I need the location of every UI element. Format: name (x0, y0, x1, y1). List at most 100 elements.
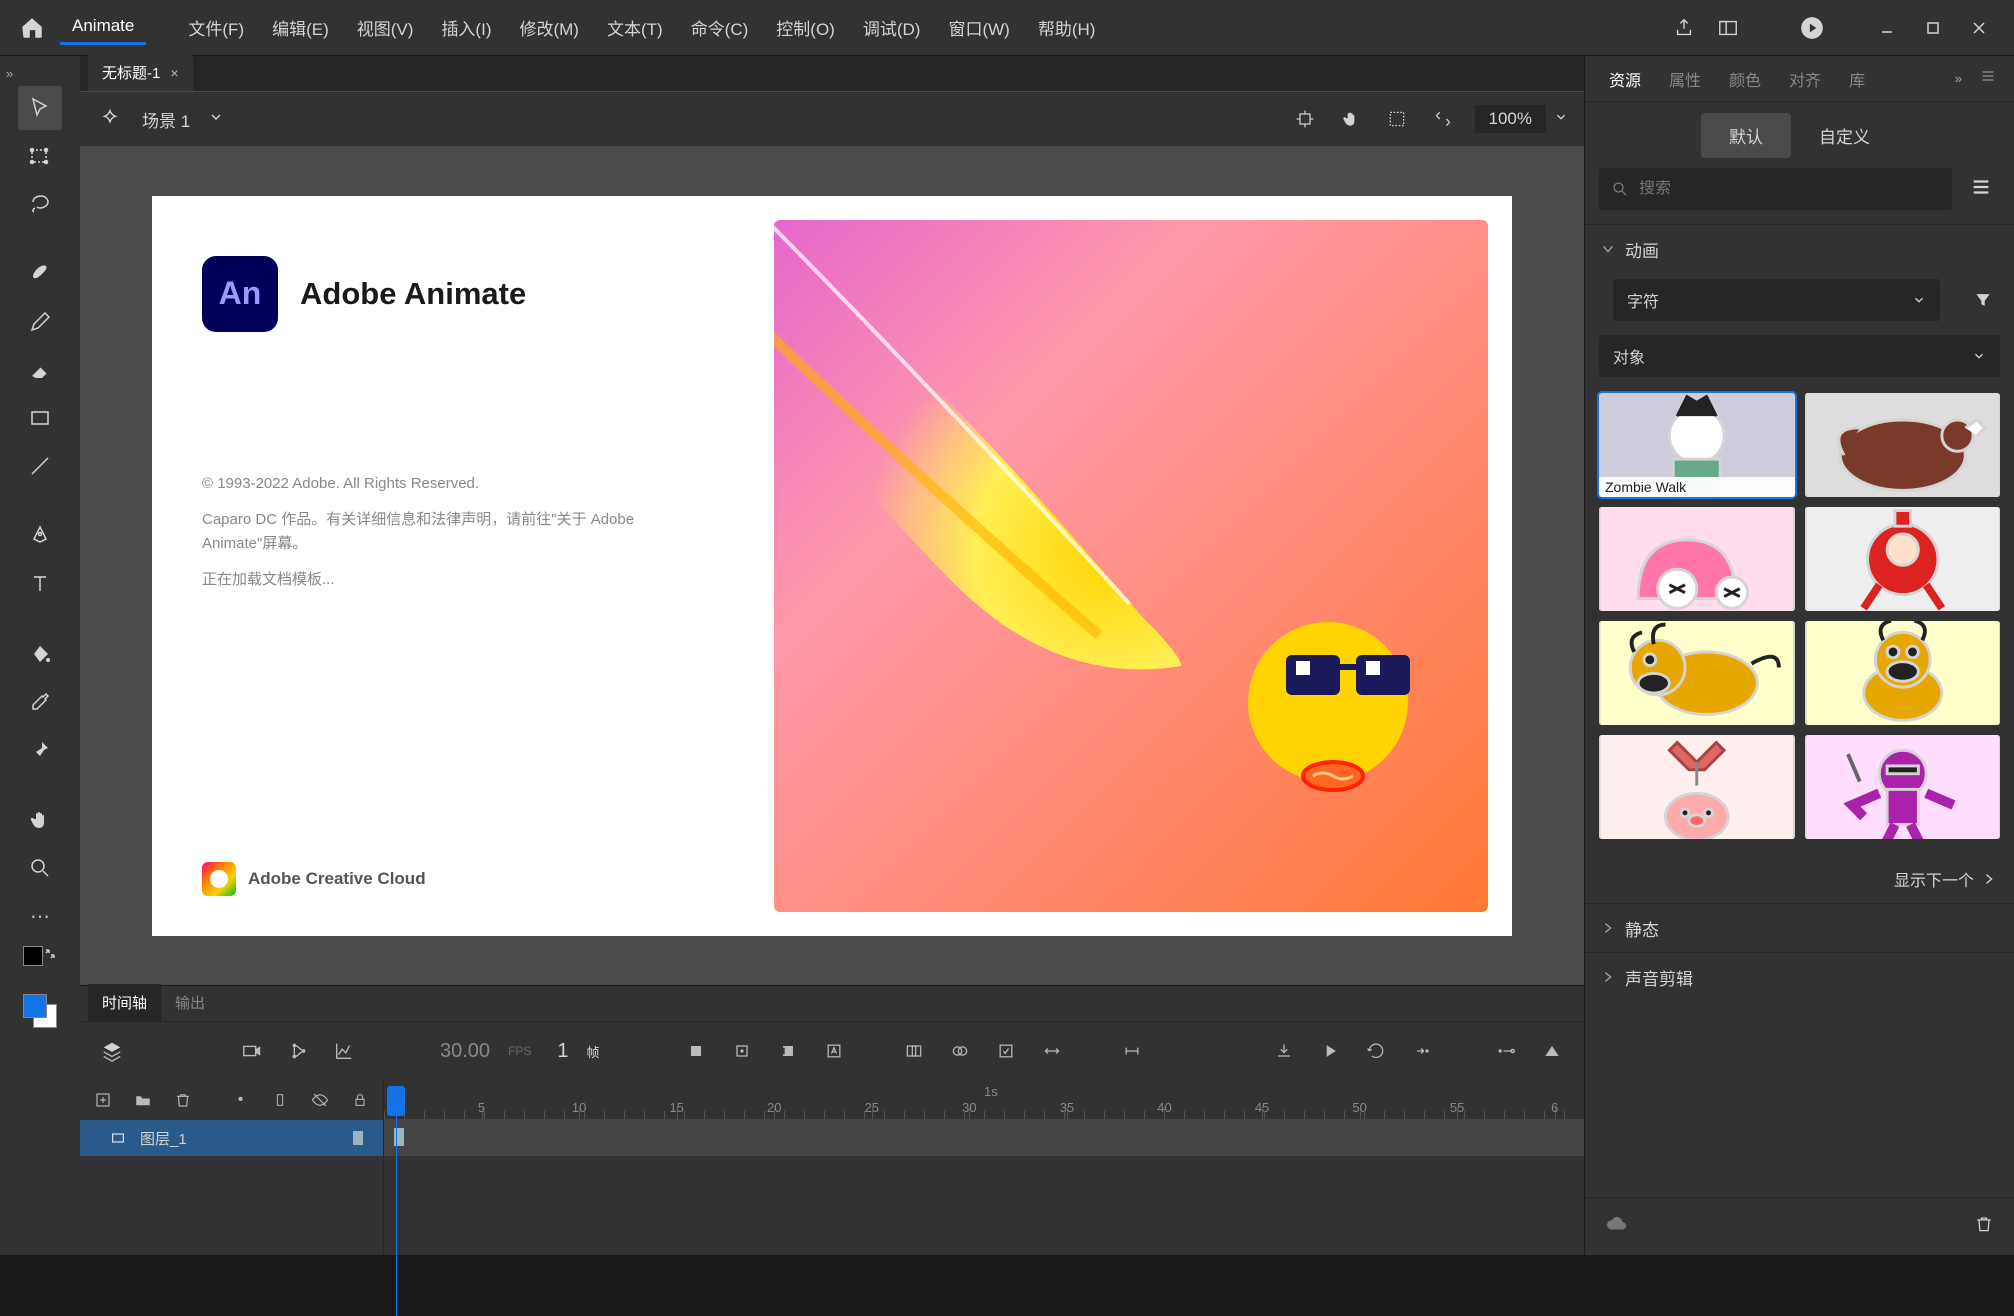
fps-value[interactable]: 30.00 (440, 1040, 490, 1063)
sub-tab-custom[interactable]: 自定义 (1791, 113, 1898, 158)
panel-tab-2[interactable]: 颜色 (1715, 57, 1775, 101)
graph-button[interactable] (330, 1037, 358, 1065)
menu-5[interactable]: 文本(T) (593, 15, 677, 40)
eraser-tool[interactable] (18, 348, 62, 392)
tab-timeline[interactable]: 时间轴 (88, 984, 161, 1021)
tween-button[interactable] (1118, 1037, 1146, 1065)
zoom-tool[interactable] (18, 846, 62, 890)
hand-icon[interactable] (1337, 105, 1365, 133)
auto-keyframe-button[interactable] (820, 1037, 848, 1065)
panel-tab-4[interactable]: 库 (1835, 57, 1879, 101)
menu-3[interactable]: 插入(I) (427, 15, 505, 40)
text-tool[interactable] (18, 562, 62, 606)
bucket-tool[interactable] (18, 632, 62, 676)
camera-button[interactable] (238, 1037, 266, 1065)
close-button[interactable] (1956, 12, 2002, 44)
zoom-timeline[interactable] (1538, 1037, 1566, 1065)
new-folder-button[interactable] (132, 1086, 154, 1114)
menu-6[interactable]: 命令(C) (677, 15, 763, 40)
close-icon[interactable]: × (170, 65, 178, 81)
panel-menu-icon[interactable] (1972, 68, 2004, 89)
document-tab[interactable]: 无标题-1 × (88, 54, 193, 91)
object-dropdown[interactable]: 对象 (1599, 335, 2000, 377)
rectangle-tool[interactable] (18, 396, 62, 440)
more-tools[interactable]: ⋯ (18, 894, 62, 938)
outline-icon[interactable] (269, 1086, 291, 1114)
search-box[interactable] (1599, 168, 1952, 210)
color-swatch[interactable] (23, 994, 57, 1028)
scene-clip-icon[interactable] (96, 105, 124, 133)
menu-7[interactable]: 控制(O) (762, 15, 849, 40)
brush-tool[interactable] (18, 252, 62, 296)
menu-9[interactable]: 窗口(W) (934, 15, 1023, 40)
selection-tool[interactable] (18, 86, 62, 130)
share-icon[interactable] (1662, 6, 1706, 50)
chevron-down-icon[interactable] (1554, 110, 1568, 129)
play-preview-icon[interactable] (1790, 6, 1834, 50)
sub-tab-default[interactable]: 默认 (1701, 113, 1791, 158)
hand-tool[interactable] (18, 798, 62, 842)
clip-mask-icon[interactable] (1383, 105, 1411, 133)
pin-tool[interactable] (18, 728, 62, 772)
asset-thumb[interactable] (1599, 735, 1795, 839)
new-layer-button[interactable] (92, 1086, 114, 1114)
frames-row[interactable] (384, 1120, 1584, 1156)
keyframe-insert-button[interactable] (682, 1037, 710, 1065)
section-animation[interactable]: 动画 (1585, 225, 2014, 273)
color-swatch-main[interactable] (23, 946, 57, 980)
parent-view-button[interactable] (284, 1037, 312, 1065)
clip-center-icon[interactable] (1291, 105, 1319, 133)
play-button[interactable] (1316, 1037, 1344, 1065)
menu-0[interactable]: 文件(F) (174, 15, 258, 40)
menu-10[interactable]: 帮助(H) (1024, 15, 1110, 40)
visibility-icon[interactable] (309, 1086, 331, 1114)
loop-button[interactable] (1362, 1037, 1390, 1065)
menu-2[interactable]: 视图(V) (343, 15, 428, 40)
section-static[interactable]: 静态 (1585, 904, 2014, 952)
app-tab-animate[interactable]: Animate (60, 10, 146, 45)
foreground-color[interactable] (23, 994, 47, 1018)
asset-thumb[interactable] (1805, 507, 2001, 611)
rotate-stage-icon[interactable] (1429, 105, 1457, 133)
panel-tab-0[interactable]: 资源 (1595, 57, 1655, 101)
menu-4[interactable]: 修改(M) (505, 15, 592, 40)
eyedropper-tool[interactable] (18, 680, 62, 724)
blank-keyframe-button[interactable] (728, 1037, 756, 1065)
lasso-tool[interactable] (18, 182, 62, 226)
minimize-button[interactable] (1864, 12, 1910, 44)
pen-tool[interactable] (18, 514, 62, 558)
menu-1[interactable]: 编辑(E) (258, 15, 343, 40)
frame-insert-button[interactable] (774, 1037, 802, 1065)
stroke-color[interactable] (23, 946, 43, 966)
export-button[interactable] (1270, 1037, 1298, 1065)
asset-thumb[interactable] (1599, 507, 1795, 611)
delete-layer-button[interactable] (172, 1086, 194, 1114)
asset-thumb[interactable] (1805, 621, 2001, 725)
cloud-download-icon[interactable] (1605, 1213, 1627, 1240)
asset-thumb[interactable] (1805, 735, 2001, 839)
layer-stack-icon[interactable] (98, 1037, 126, 1065)
panel-tab-1[interactable]: 属性 (1655, 57, 1715, 101)
onion-skin-button[interactable] (900, 1037, 928, 1065)
line-tool[interactable] (18, 444, 62, 488)
layer-row[interactable]: 图层_1 (80, 1120, 383, 1156)
free-transform-tool[interactable] (18, 134, 62, 178)
edit-multi-button[interactable] (946, 1037, 974, 1065)
scene-name[interactable]: 场景 1 (142, 107, 190, 132)
highlight-icon[interactable]: • (230, 1086, 252, 1114)
asset-thumb[interactable]: Zombie Walk (1599, 393, 1795, 497)
asset-thumb[interactable] (1805, 393, 2001, 497)
show-next-button[interactable]: 显示下一个 (1585, 855, 2014, 903)
zoom-out-timeline[interactable] (1492, 1037, 1520, 1065)
character-dropdown[interactable]: 字符 (1613, 279, 1940, 321)
playhead[interactable] (388, 1080, 404, 1255)
trash-icon[interactable] (1974, 1214, 1994, 1239)
swap-button[interactable] (1038, 1037, 1066, 1065)
menu-8[interactable]: 调试(D) (849, 15, 935, 40)
zoom-value[interactable]: 100% (1475, 105, 1546, 133)
home-button[interactable] (12, 8, 52, 48)
collapse-panel-icon[interactable]: » (1955, 71, 1962, 86)
filter-icon[interactable] (1966, 283, 2000, 317)
search-input[interactable] (1639, 180, 1940, 198)
marker-button[interactable] (992, 1037, 1020, 1065)
